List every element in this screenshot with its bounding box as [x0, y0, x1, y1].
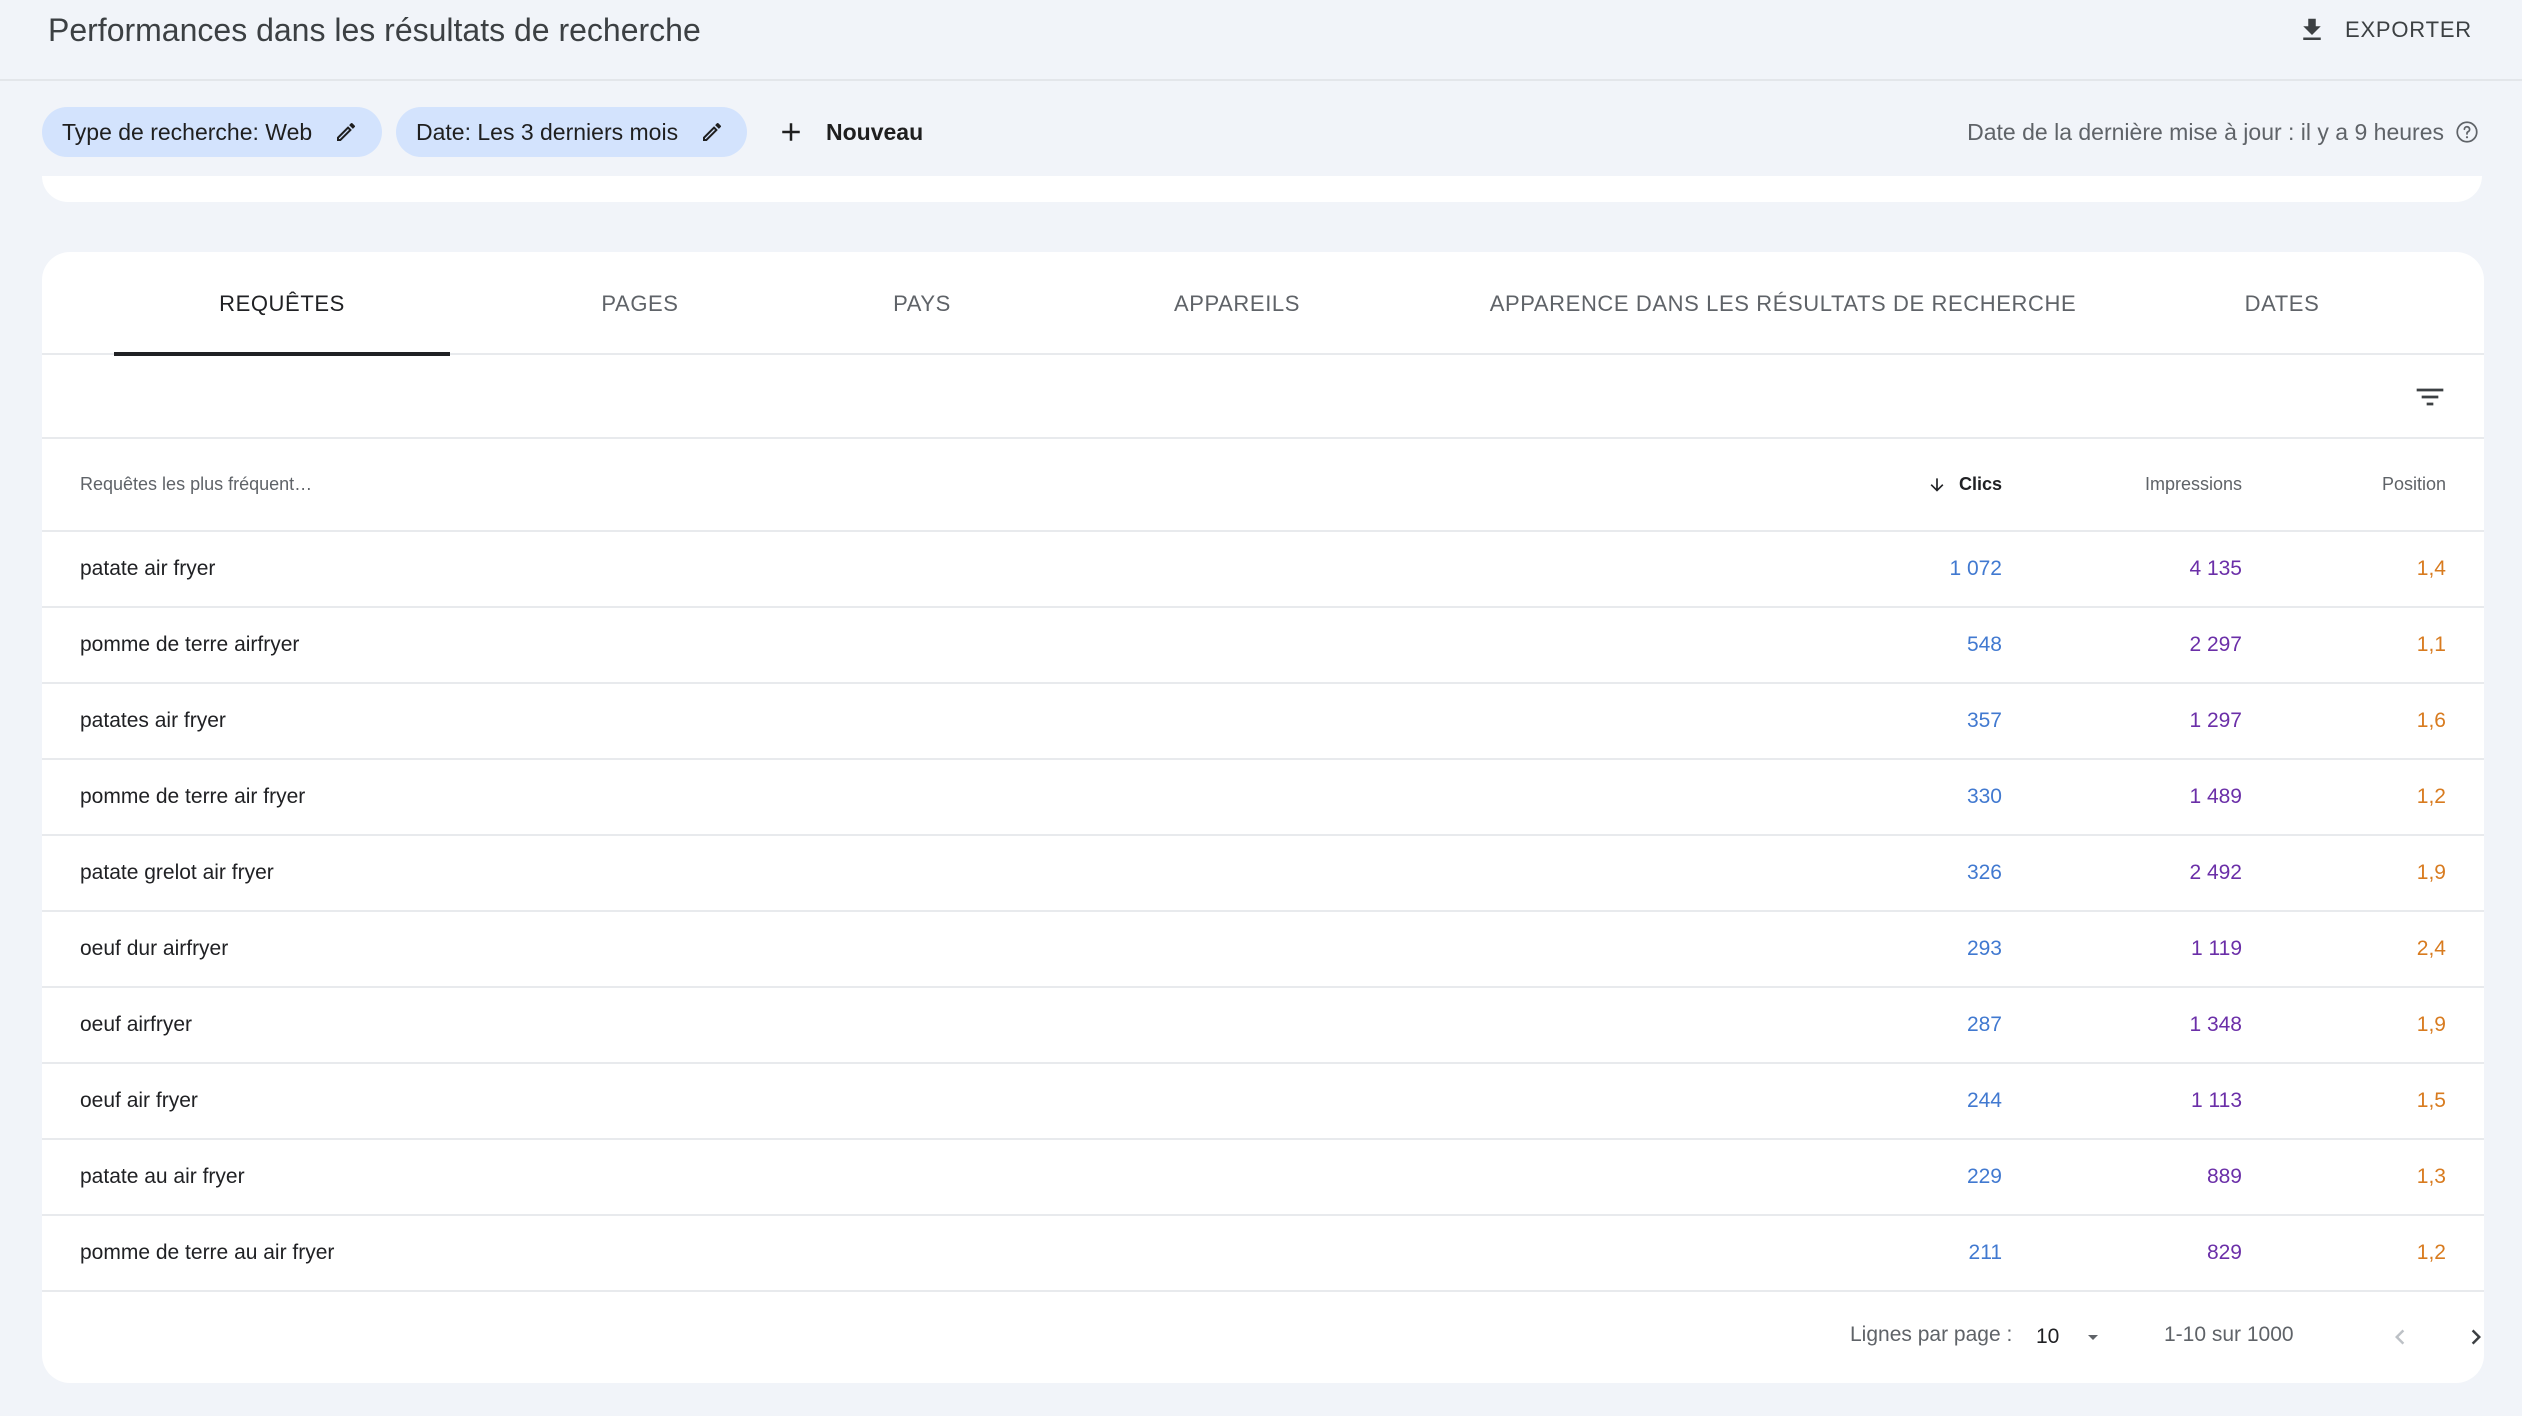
impressions-cell: 2 297	[2002, 607, 2242, 684]
table-row[interactable]: pomme de terre au air fryer 211 829 1,2	[42, 1215, 2484, 1292]
clicks-cell: 287	[1542, 987, 2002, 1064]
clicks-cell: 330	[1542, 759, 2002, 836]
position-cell: 1,2	[2242, 759, 2484, 836]
query-cell: patate air fryer	[42, 531, 1542, 608]
clicks-cell: 1 072	[1542, 531, 2002, 608]
chevron-left-icon	[2385, 1322, 2415, 1352]
filter-bar: Type de recherche: Web Date: Les 3 derni…	[0, 82, 2522, 182]
export-label: EXPORTER	[2344, 17, 2472, 42]
table-row[interactable]: oeuf air fryer 244 1 113 1,5	[42, 1063, 2484, 1140]
tab-countries[interactable]: PAYS	[822, 252, 1022, 355]
query-cell: oeuf dur airfryer	[42, 911, 1542, 988]
filter-icon[interactable]	[2410, 377, 2450, 417]
query-cell: oeuf air fryer	[42, 1063, 1542, 1140]
filter-chip-date[interactable]: Date: Les 3 derniers mois	[396, 107, 747, 157]
chevron-right-icon	[2461, 1322, 2491, 1352]
position-cell: 2,4	[2242, 911, 2484, 988]
query-cell: pomme de terre air fryer	[42, 759, 1542, 836]
previous-page-button[interactable]	[2378, 1315, 2422, 1359]
new-filter-button[interactable]: Nouveau	[776, 107, 923, 157]
table-row[interactable]: patate au air fryer 229 889 1,3	[42, 1139, 2484, 1216]
page-range: 1-10 sur 1000	[2164, 1323, 2294, 1346]
query-cell: oeuf airfryer	[42, 987, 1542, 1064]
position-cell: 1,4	[2242, 531, 2484, 608]
last-update-text: Date de la dernière mise à jour : il y a…	[1967, 107, 2480, 157]
impressions-cell: 829	[2002, 1215, 2242, 1292]
table-toolbar	[42, 355, 2484, 439]
download-icon	[2297, 15, 2327, 45]
queries-table: Requêtes les plus fréquent… Clics Impres…	[42, 439, 2484, 1292]
tab-dates[interactable]: DATES	[2182, 252, 2382, 355]
query-cell: pomme de terre au air fryer	[42, 1215, 1542, 1292]
edit-icon	[334, 120, 358, 144]
position-cell: 1,1	[2242, 607, 2484, 684]
filter-chip-label: Date: Les 3 derniers mois	[416, 118, 679, 145]
column-header-position[interactable]: Position	[2242, 439, 2484, 532]
impressions-cell: 1 348	[2002, 987, 2242, 1064]
tab-search-appearance[interactable]: APPARENCE DANS LES RÉSULTATS DE RECHERCH…	[1442, 252, 2124, 355]
page-title: Performances dans les résultats de reche…	[48, 12, 701, 48]
table-row[interactable]: pomme de terre airfryer 548 2 297 1,1	[42, 607, 2484, 684]
column-header-query[interactable]: Requêtes les plus fréquent…	[42, 439, 1542, 532]
filter-chip-label: Type de recherche: Web	[62, 118, 313, 145]
table-row[interactable]: oeuf dur airfryer 293 1 119 2,4	[42, 911, 2484, 988]
table-row[interactable]: patate grelot air fryer 326 2 492 1,9	[42, 835, 2484, 912]
page-header: Performances dans les résultats de reche…	[0, 0, 2522, 81]
query-cell: patate grelot air fryer	[42, 835, 1542, 912]
position-cell: 1,3	[2242, 1139, 2484, 1216]
clicks-cell: 326	[1542, 835, 2002, 912]
last-update-label: Date de la dernière mise à jour : il y a…	[1967, 118, 2444, 145]
position-cell: 1,6	[2242, 683, 2484, 760]
clicks-cell: 244	[1542, 1063, 2002, 1140]
table-row[interactable]: oeuf airfryer 287 1 348 1,9	[42, 987, 2484, 1064]
chart-card-edge	[42, 176, 2482, 202]
impressions-cell: 1 119	[2002, 911, 2242, 988]
clicks-cell: 293	[1542, 911, 2002, 988]
impressions-cell: 1 489	[2002, 759, 2242, 836]
table-row[interactable]: patates air fryer 357 1 297 1,6	[42, 683, 2484, 760]
clicks-cell: 229	[1542, 1139, 2002, 1216]
next-page-button[interactable]	[2454, 1315, 2498, 1359]
clicks-cell: 357	[1542, 683, 2002, 760]
impressions-cell: 1 297	[2002, 683, 2242, 760]
new-filter-label: Nouveau	[826, 118, 924, 145]
position-cell: 1,9	[2242, 835, 2484, 912]
dropdown-arrow-icon	[2059, 1325, 2105, 1349]
tab-devices[interactable]: APPAREILS	[1102, 252, 1372, 355]
column-header-clicks[interactable]: Clics	[1542, 439, 2002, 532]
query-cell: patate au air fryer	[42, 1139, 1542, 1216]
data-card: REQUÊTES PAGES PAYS APPAREILS APPARENCE …	[42, 252, 2484, 1383]
rows-per-page-value: 10	[2036, 1325, 2060, 1348]
export-button[interactable]: EXPORTER	[2297, 10, 2472, 50]
table-row[interactable]: patate air fryer 1 072 4 135 1,4	[42, 531, 2484, 608]
impressions-cell: 4 135	[2002, 531, 2242, 608]
plus-icon	[776, 117, 806, 147]
pagination: Lignes par page : 10 1-10 sur 1000	[42, 1293, 2484, 1383]
rows-per-page-select[interactable]: 10	[2036, 1315, 2116, 1359]
filter-chip-search-type[interactable]: Type de recherche: Web	[42, 107, 382, 157]
tab-queries[interactable]: REQUÊTES	[114, 252, 450, 355]
clicks-cell: 548	[1542, 607, 2002, 684]
rows-per-page-label: Lignes par page :	[1850, 1323, 2013, 1346]
table-row[interactable]: pomme de terre air fryer 330 1 489 1,2	[42, 759, 2484, 836]
position-cell: 1,2	[2242, 1215, 2484, 1292]
edit-icon	[700, 120, 724, 144]
query-cell: patates air fryer	[42, 683, 1542, 760]
arrow-down-icon	[1927, 475, 1947, 495]
table-header-row: Requêtes les plus fréquent… Clics Impres…	[42, 439, 2484, 532]
help-icon[interactable]	[2454, 119, 2480, 145]
position-cell: 1,5	[2242, 1063, 2484, 1140]
column-header-impressions[interactable]: Impressions	[2002, 439, 2242, 532]
impressions-cell: 2 492	[2002, 835, 2242, 912]
position-cell: 1,9	[2242, 987, 2484, 1064]
impressions-cell: 1 113	[2002, 1063, 2242, 1140]
clicks-cell: 211	[1542, 1215, 2002, 1292]
query-cell: pomme de terre airfryer	[42, 607, 1542, 684]
tab-pages[interactable]: PAGES	[522, 252, 758, 355]
column-header-clicks-label: Clics	[1958, 473, 2002, 494]
dimension-tabs: REQUÊTES PAGES PAYS APPAREILS APPARENCE …	[42, 252, 2484, 356]
impressions-cell: 889	[2002, 1139, 2242, 1216]
